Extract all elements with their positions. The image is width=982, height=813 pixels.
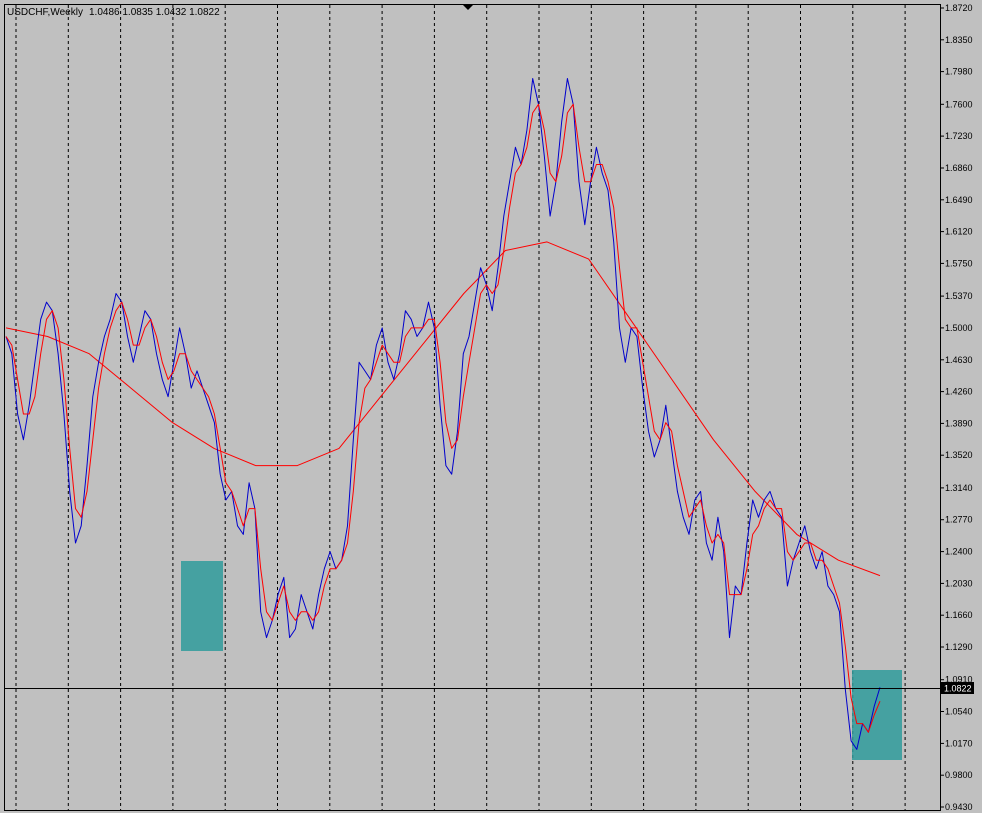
y-tick-label: 1.1660	[945, 610, 973, 620]
ohlc-values: 1.0486 1.0835 1.0432 1.0822	[89, 7, 220, 18]
y-tick-label: 1.3520	[945, 450, 973, 460]
y-tick-label: 1.6860	[945, 163, 973, 173]
y-tick-label: 1.5370	[945, 291, 973, 301]
y-tick-label: 1.2770	[945, 515, 973, 525]
y-tick-label: 1.7600	[945, 99, 973, 109]
y-tick-label: 0.9800	[945, 770, 973, 780]
price-chart[interactable]: 1.8720 1.8350 1.7980 1.7600 1.7230 1.6860 1.64…	[0, 0, 982, 813]
y-tick-label: 1.7980	[945, 67, 973, 77]
y-tick-label: 1.4260	[945, 387, 973, 397]
y-tick-label: 1.0170	[945, 738, 973, 748]
y-tick-label: 1.2400	[945, 547, 973, 557]
y-tick-label: 1.7230	[945, 131, 973, 141]
current-price-label: 1.0822	[941, 682, 974, 694]
y-tick-label: 1.8350	[945, 35, 973, 45]
y-tick-label: 1.6120	[945, 227, 973, 237]
y-tick-label: 1.5750	[945, 258, 973, 268]
highlight-box-left	[181, 561, 223, 651]
current-price-label-text: 1.0822	[944, 684, 972, 694]
y-tick-label: 0.9430	[945, 802, 973, 812]
y-tick-label: 1.8720	[945, 3, 973, 13]
y-tick-label: 1.1290	[945, 642, 973, 652]
y-tick-label: 1.2030	[945, 578, 973, 588]
chart-title: USDCHF,Weekly	[7, 7, 83, 18]
chart-background	[0, 0, 982, 813]
y-tick-label: 1.0540	[945, 707, 973, 717]
highlight-box-right	[852, 670, 902, 760]
y-tick-label: 1.6490	[945, 195, 973, 205]
y-tick-label: 1.3140	[945, 483, 973, 493]
y-tick-label: 1.5000	[945, 323, 973, 333]
y-tick-label: 1.4630	[945, 355, 973, 365]
y-tick-label: 1.3890	[945, 418, 973, 428]
